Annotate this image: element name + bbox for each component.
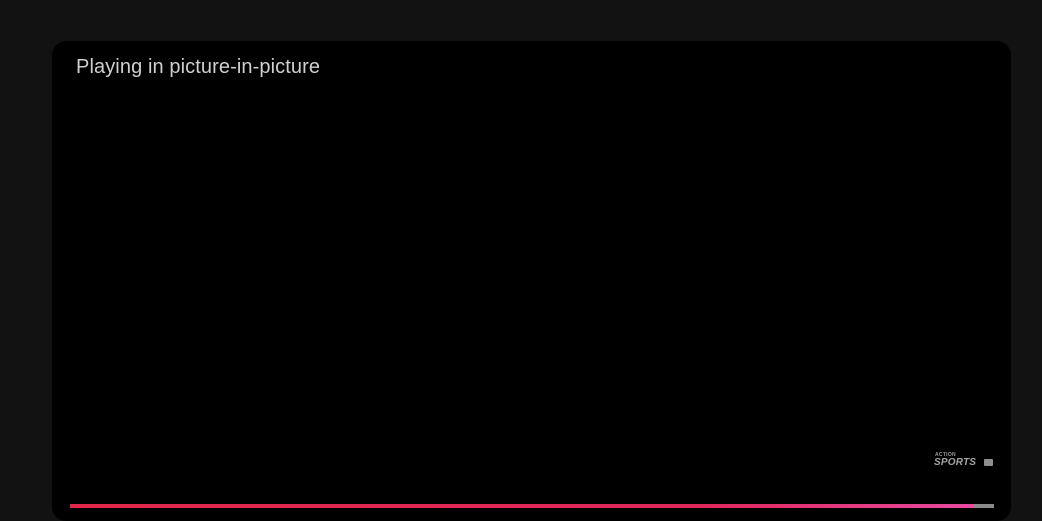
watermark-main-text: SPORTS: [934, 457, 977, 468]
watermark-badge-icon: [984, 459, 993, 466]
video-player[interactable]: Playing in picture-in-picture ACTION SPO…: [52, 41, 1011, 521]
channel-watermark-logo: ACTION SPORTS: [934, 452, 994, 470]
progress-bar[interactable]: [70, 504, 994, 508]
pip-status-message: Playing in picture-in-picture: [76, 56, 321, 78]
progress-bar-played: [70, 504, 974, 508]
